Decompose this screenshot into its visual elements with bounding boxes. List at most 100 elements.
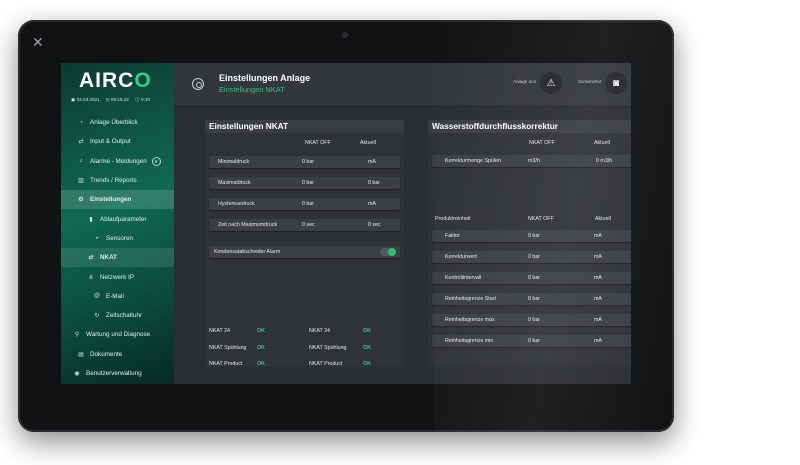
row-value-current: 0 sec [368, 222, 381, 228]
app-logo: AIRCO [79, 69, 152, 93]
row-value-off: 0 bar [528, 296, 541, 302]
sidebar-item-dokumente[interactable]: ▤ Dokumente [61, 345, 174, 364]
table-row[interactable]: Hysteresedruck 0 bar mA [209, 198, 400, 210]
row-value-off: 0 bar [302, 180, 315, 186]
chart-icon: ▥ [78, 178, 84, 185]
sidebar: AIRCO ▣ 03.03.2021 ◷ 09:15:22 ⓘ V:10 ◔ An… [61, 63, 174, 384]
sidebar-item-zeitschaltuhr[interactable]: ↻ Zeitschaltuhr [61, 306, 174, 325]
sidebar-item-input-output[interactable]: ⇄ Input & Output [61, 132, 174, 151]
settings-icon [192, 78, 204, 90]
toggle-knob [388, 248, 396, 256]
column-header-nkat-off: NKAT OFF [305, 140, 331, 146]
sidebar-item-label: Wartung und Diagnose [86, 331, 151, 339]
row-value-current: mA [594, 275, 602, 281]
panel-title: Einstellungen NKAT [205, 120, 404, 133]
row-value-off: 0 bar [528, 338, 541, 344]
table-row[interactable]: Faktor 0 bar mA [432, 230, 631, 242]
row-value-current: mA [368, 201, 376, 207]
document-icon: ▮ [89, 216, 93, 223]
group-label: Produktreinheit [435, 216, 471, 222]
swap-icon: ⇄ [88, 255, 94, 262]
table-row[interactable]: Minimaldruck 0 bar mA [209, 156, 400, 168]
nkat-settings-panel: Einstellungen NKAT NKAT OFF Aktuell Mini… [205, 120, 404, 367]
sidebar-item-label: Einstellungen [90, 196, 132, 204]
row-value-current: 0 bar [368, 180, 381, 186]
file-icon: ▤ [78, 351, 84, 358]
status-ok: OK [363, 345, 371, 351]
row-label: Faktor [445, 233, 461, 239]
column-header-aktuell: Aktuell [594, 140, 610, 146]
status-ok: OK [257, 328, 265, 334]
table-row[interactable]: Kontrollintervall 0 bar mA [432, 272, 631, 284]
panel-title: Wasserstoffdurchflusskorrektur [428, 120, 631, 133]
table-row[interactable]: Korrekturwert 0 bar mA [432, 251, 631, 263]
sidebar-item-label: Input & Output [90, 138, 131, 146]
sidebar-item-netzwerk-ip[interactable]: ⋔ Netzwerk IP [61, 267, 174, 286]
sidebar-item-sensoren[interactable]: ◒ Sensoren [61, 229, 174, 248]
sidebar-item-wartung[interactable]: ⚲ Wartung und Diagnose [61, 325, 174, 344]
status-ok: OK [363, 361, 371, 367]
table-row[interactable]: Reinheitsgrenze Start 0 bar mA [432, 293, 631, 305]
network-icon: ⋔ [88, 274, 94, 281]
row-label: Kontrollintervall [445, 275, 482, 281]
sidebar-item-label: Benutzerverwaltung [86, 370, 142, 377]
sidebar-item-anlage-ueberblick[interactable]: ◔ Anlage Überblick [61, 113, 174, 132]
camera-icon: ◙ [612, 77, 620, 89]
gear-icon: ⚙ [78, 197, 84, 204]
close-icon[interactable]: ✕ [32, 35, 44, 49]
row-label: Zeit nach Maximumdruck [218, 222, 278, 228]
sidebar-item-email[interactable]: @ E-Mail [61, 287, 174, 306]
row-label: Reinheitsgrenze max [445, 317, 495, 323]
sidebar-item-alarme[interactable]: ♪ Alarme - Meldungen 5 [61, 152, 174, 171]
sidebar-item-trends[interactable]: ▥ Trends / Reports [61, 171, 174, 190]
status-label: NKAT 24 [309, 328, 331, 334]
row-value-current: mA [594, 317, 602, 323]
swap-icon: ⇄ [78, 139, 84, 146]
table-row[interactable]: Maximaldruck 0 bar 0 bar [209, 177, 400, 189]
sidebar-item-label: Sensoren [106, 234, 133, 242]
system-status-bar: ▣ 03.03.2021 ◷ 09:15:22 ⓘ V:10 [71, 97, 171, 103]
camera-lens [342, 32, 348, 38]
tablet-frame: ✕ AIRCO ▣ 03.03.2021 ◷ 09:15:22 ⓘ V:10 ◔… [18, 20, 674, 432]
row-value-current: mA [594, 233, 602, 239]
alarm-count-badge: 5 [151, 156, 161, 166]
sidebar-item-nkat[interactable]: ⇄ NKAT [61, 248, 174, 268]
row-label: Korrekturwert [445, 254, 477, 260]
anlage-aus-label: Anlage aus [513, 79, 536, 84]
row-label: Korrekturmenge Spülen [445, 158, 501, 164]
table-row[interactable]: Zeit nach Maximumdruck 0 sec 0 sec [209, 219, 400, 231]
row-label: Hysteresedruck [218, 201, 255, 207]
warning-button[interactable]: ⚠ [540, 72, 562, 94]
row-value-off: 0 bar [528, 233, 541, 239]
sidebar-item-label: Alarme - Meldungen [90, 157, 147, 165]
bell-icon: ♪ [79, 158, 83, 165]
sidebar-item-label: Anlage Überblick [90, 119, 138, 127]
sidebar-item-label: Ablaufparameter [100, 215, 147, 223]
sidebar-item-ablaufparameter[interactable]: ▮ Ablaufparameter [61, 209, 174, 228]
row-value-current: mA [594, 296, 602, 302]
user-icon: ◉ [74, 371, 80, 377]
dashboard-icon: ◔ [79, 119, 83, 126]
row-label: Reinheitsgrenze min [445, 338, 494, 344]
row-value-off: 0 bar [302, 159, 315, 165]
sidebar-item-einstellungen[interactable]: ⚙ Einstellungen [61, 190, 174, 210]
wrench-icon: ⚲ [74, 332, 80, 339]
table-row[interactable]: Reinheitsgrenze min 0 bar mA [432, 335, 631, 347]
sidebar-item-label: Netzwerk IP [100, 273, 134, 281]
row-value-off: m3/h [528, 158, 540, 164]
page-header: Einstellungen Anlage Einstellungen NKAT … [174, 63, 631, 105]
screenshot-button[interactable]: ◙ [605, 72, 627, 94]
row-value-off: 0 bar [528, 317, 541, 323]
warning-icon: ⚠ [546, 77, 556, 89]
sidebar-item-label: Trends / Reports [90, 177, 137, 185]
column-header-nkat-off: NKAT OFF [529, 140, 555, 146]
row-label: Minimaldruck [218, 159, 250, 165]
sidebar-item-benutzerverwaltung[interactable]: ◉ Benutzerverwaltung [61, 364, 174, 383]
row-value-current: 0 m3/h [596, 158, 613, 164]
gauge-icon: ◒ [95, 235, 99, 242]
date-display: ▣ 03.03.2021 [71, 97, 100, 102]
table-row[interactable]: Reinheitsgrenze max 0 bar mA [432, 314, 631, 326]
table-row[interactable]: Korrekturmenge Spülen m3/h 0 m3/h [432, 155, 631, 167]
kondensat-alarm-toggle[interactable] [380, 248, 396, 256]
toggle-label: Kondensatabscheider Alarm [214, 249, 281, 255]
